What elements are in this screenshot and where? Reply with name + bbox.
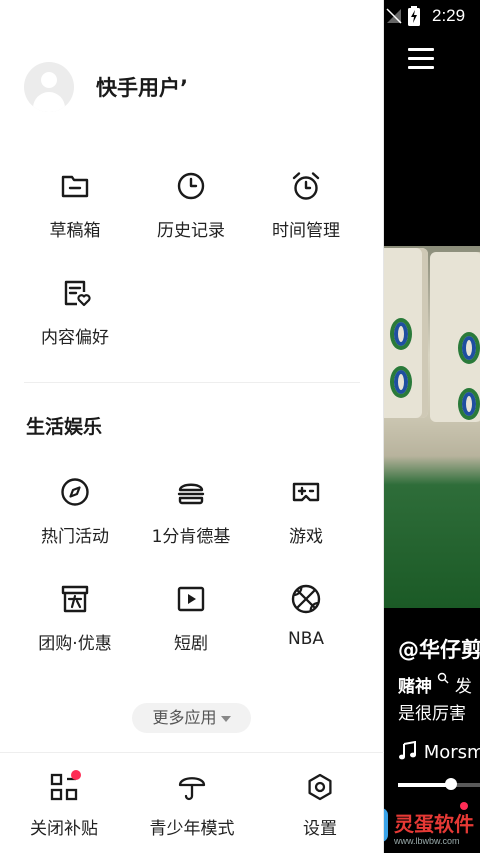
- burger-icon: [177, 483, 205, 505]
- tile-pattern: [390, 366, 412, 398]
- music-note-icon: [399, 740, 416, 760]
- nba-button[interactable]: NBA: [248, 583, 364, 649]
- hot-events-label: 热门活动: [41, 527, 109, 547]
- video-author-text[interactable]: @华仔剪: [398, 634, 480, 664]
- avatar[interactable]: [24, 62, 74, 112]
- time-management-label: 时间管理: [272, 221, 340, 241]
- teen-mode-button[interactable]: 青少年模式: [128, 772, 256, 839]
- more-apps-button[interactable]: 更多应用: [132, 703, 251, 733]
- kfc-button[interactable]: 1分肯德基: [133, 476, 249, 547]
- watermark-url: www.lbwbw.com: [394, 836, 460, 846]
- hot-events-button[interactable]: 热门活动: [17, 476, 133, 547]
- author-handle: @华仔剪: [398, 638, 480, 662]
- no-signal-icon: [386, 8, 402, 24]
- drafts-label: 草稿箱: [49, 221, 101, 241]
- menu-line: [408, 57, 434, 60]
- kfc-label: 1分肯德基: [151, 527, 231, 547]
- close-subsidy-button[interactable]: 关闭补贴: [0, 770, 128, 839]
- compass-icon: [61, 478, 89, 506]
- history-label: 历史记录: [157, 221, 225, 241]
- progress-fill: [398, 783, 452, 787]
- time-management-button[interactable]: 时间管理: [248, 170, 364, 241]
- mahjong-tile: [384, 248, 428, 418]
- teen-mode-label: 青少年模式: [149, 819, 235, 839]
- video-desc-text: 发: [454, 677, 472, 697]
- search-icon: [438, 672, 449, 684]
- music-title: Morsm: [423, 742, 480, 763]
- history-button[interactable]: 历史记录: [133, 170, 249, 241]
- settings-label: 设置: [303, 819, 337, 839]
- short-drama-button[interactable]: 短剧: [133, 583, 249, 654]
- battery-charging-icon: [408, 6, 420, 26]
- subsidy-icon-wrap: [49, 770, 81, 802]
- side-drawer: 快手用户’ 草稿箱 历史记录 时间管理 内容偏好 生活娱乐 热门活动 1分肯德基…: [0, 0, 384, 853]
- close-subsidy-label: 关闭补贴: [30, 819, 98, 839]
- content-preference-button[interactable]: 内容偏好: [17, 277, 133, 348]
- folder-icon: [61, 175, 89, 198]
- gamepad-icon: [292, 482, 320, 502]
- video-progress-bar[interactable]: [398, 778, 480, 790]
- tile-pattern: [458, 388, 480, 420]
- drafts-button[interactable]: 草稿箱: [17, 170, 133, 241]
- tile-pattern: [390, 318, 412, 350]
- status-time: 2:29: [432, 6, 466, 25]
- video-frame[interactable]: [384, 246, 480, 608]
- mahjong-tile: [430, 252, 480, 422]
- tile-pattern: [458, 332, 480, 364]
- avatar-head: [41, 72, 57, 88]
- settings-icon: [308, 773, 332, 801]
- more-apps-label: 更多应用: [152, 708, 217, 727]
- clock-icon: [177, 172, 205, 200]
- alarm-icon: [292, 172, 320, 200]
- caret-down-icon: [220, 715, 231, 722]
- status-bar: 2:29: [384, 0, 480, 34]
- watermark-name: 灵蛋软件: [394, 812, 474, 836]
- menu-button[interactable]: [408, 48, 434, 74]
- video-tag[interactable]: 赌神: [398, 677, 432, 697]
- basketball-icon: [291, 584, 321, 614]
- video-desc-line2: 是很厉害: [398, 704, 466, 724]
- group-buy-label: 团购·优惠: [38, 634, 112, 654]
- content-preference-label: 内容偏好: [41, 328, 109, 348]
- play-icon: [177, 586, 205, 612]
- games-label: 游戏: [289, 527, 323, 547]
- nba-label: NBA: [287, 629, 324, 649]
- subsidy-badge-dot: [71, 770, 81, 780]
- avatar-body: [33, 92, 65, 112]
- group-buy-icon: [61, 585, 89, 613]
- bottom-divider: [0, 752, 384, 753]
- menu-line: [408, 48, 434, 51]
- section-title: 生活娱乐: [26, 416, 103, 438]
- group-buy-button[interactable]: 团购·优惠: [17, 583, 133, 654]
- umbrella-icon: [178, 777, 206, 801]
- username[interactable]: 快手用户’: [96, 72, 188, 102]
- video-desc-line1: 赌神 发: [398, 672, 472, 697]
- video-pane[interactable]: 2:29: [384, 0, 480, 853]
- notification-dot: [460, 802, 468, 810]
- profile-row[interactable]: 快手用户’: [24, 62, 188, 112]
- settings-button[interactable]: 设置: [256, 772, 384, 839]
- content-preference-icon: [64, 280, 91, 307]
- menu-line: [408, 66, 434, 69]
- games-button[interactable]: 游戏: [248, 476, 364, 547]
- video-music[interactable]: Morsm: [398, 740, 480, 763]
- section-divider: [24, 382, 360, 383]
- short-drama-label: 短剧: [174, 634, 208, 654]
